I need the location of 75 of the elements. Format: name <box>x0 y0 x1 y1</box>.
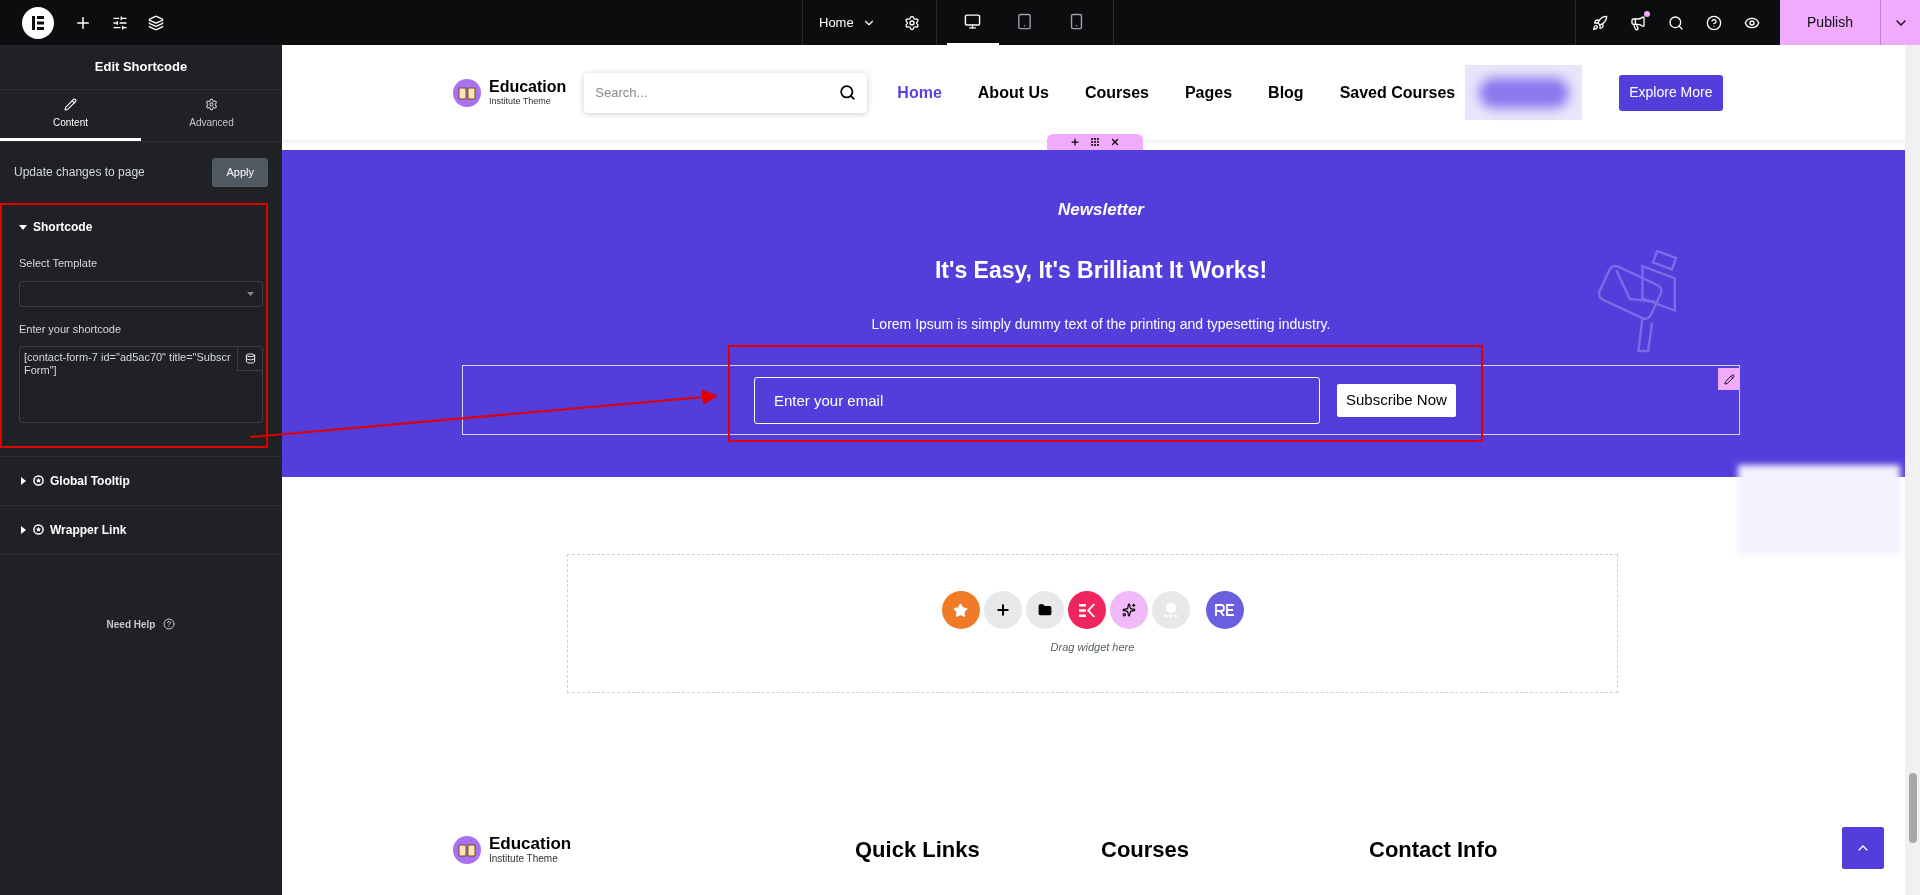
addon-template-button[interactable] <box>1067 591 1106 630</box>
star-icon <box>953 602 968 618</box>
select-template-label: Select Template <box>19 255 99 271</box>
newsletter-heading: It's Easy, It's Brilliant It Works! <box>934 255 1268 285</box>
sparkles-icon <box>1121 603 1136 618</box>
add-icon <box>1070 137 1080 147</box>
footer-column-heading: Quick Links <box>855 836 981 864</box>
search-icon[interactable] <box>1668 14 1684 31</box>
nav-link[interactable]: Blog <box>1268 80 1304 105</box>
ai-button[interactable] <box>1109 591 1148 630</box>
add-section-button[interactable] <box>983 591 1022 630</box>
shortcode-textarea[interactable]: [contact-form-7 id="ad5ac70" title="Subscr Form"] <box>19 345 263 423</box>
addon-badge-icon <box>33 524 44 535</box>
template-library-button[interactable] <box>1025 591 1064 630</box>
section-handle[interactable] <box>1047 134 1143 150</box>
folder-icon <box>1037 603 1052 618</box>
panel-tab[interactable]: Content <box>0 90 141 141</box>
footer-logo-subtitle: Institute Theme <box>489 854 559 864</box>
section-header[interactable]: Global Tooltip <box>0 456 282 505</box>
close-icon <box>1110 137 1120 147</box>
ek-logo-icon <box>1078 603 1095 617</box>
panel-tab[interactable]: Advanced <box>141 90 282 141</box>
explore-more-button[interactable]: Explore More <box>1619 74 1723 111</box>
nav-link[interactable]: About Us <box>977 80 1049 105</box>
section-header[interactable]: Shortcode <box>0 202 282 251</box>
book-logo-icon <box>453 78 481 107</box>
settings-icon[interactable] <box>903 14 920 31</box>
gear-icon <box>205 98 218 111</box>
edit-widget-button[interactable] <box>1718 368 1740 390</box>
newsletter-text: Lorem Ipsum is simply dummy text of the printing and typesetting industry. <box>871 315 1331 334</box>
rocket-icon[interactable] <box>1592 14 1608 31</box>
nav-link[interactable]: Saved Courses <box>1339 80 1456 105</box>
panel-title: Edit Shortcode <box>94 58 188 77</box>
footer-logo-title: Education <box>489 835 572 852</box>
site-search-field[interactable]: Search... <box>584 72 868 113</box>
sliders-icon[interactable] <box>112 14 128 31</box>
drop-zone-hint: Drag widget here <box>1050 640 1135 656</box>
nav-link[interactable]: Pages <box>1184 80 1233 105</box>
newsletter-eyebrow: Newsletter <box>1058 199 1144 221</box>
update-changes-label: Update changes to page <box>14 164 145 182</box>
elementor-logo-icon[interactable] <box>22 6 54 39</box>
logo-subtitle: Institute Theme <box>489 97 552 106</box>
logo-title: Education <box>489 79 567 95</box>
subscribe-button[interactable]: Subscribe Now <box>1337 383 1456 417</box>
email-field[interactable]: Enter your email <box>754 376 1320 424</box>
shortcode-label: Enter your shortcode <box>19 322 123 337</box>
layers-icon[interactable] <box>148 14 164 31</box>
search-icon[interactable] <box>839 83 857 101</box>
need-help-link[interactable]: Need Help <box>106 616 156 632</box>
nav-link[interactable]: Home <box>897 80 942 105</box>
book-logo-icon <box>453 835 481 864</box>
footer-column-heading: Courses <box>1101 836 1191 864</box>
footer-column-heading: Contact Info <box>1369 836 1498 864</box>
nav-link[interactable]: Courses <box>1084 80 1149 105</box>
re-logo-icon <box>1214 604 1235 617</box>
caret-right-icon <box>19 525 27 534</box>
apply-button[interactable]: Apply <box>212 158 268 187</box>
desktop-icon <box>964 13 982 30</box>
pencil-icon <box>1723 373 1735 385</box>
caret-down-icon <box>19 222 27 231</box>
pencil-icon <box>64 98 77 111</box>
cloud-icon <box>1162 602 1179 619</box>
addon-badge-icon <box>33 475 44 486</box>
help-icon[interactable] <box>163 618 176 630</box>
drag-icon <box>1090 137 1100 147</box>
tablet-icon <box>1016 13 1034 30</box>
caret-right-icon <box>19 476 27 485</box>
page-selector[interactable]: Home <box>819 12 876 33</box>
database-icon <box>244 352 256 364</box>
dropdown-caret-icon <box>247 292 254 296</box>
section-header[interactable]: Wrapper Link <box>0 505 282 554</box>
scrollbar[interactable] <box>1905 45 1920 895</box>
re-addon-button[interactable] <box>1205 591 1244 630</box>
publish-button[interactable]: Publish <box>1780 0 1880 45</box>
dynamic-tags-button[interactable] <box>237 346 262 371</box>
